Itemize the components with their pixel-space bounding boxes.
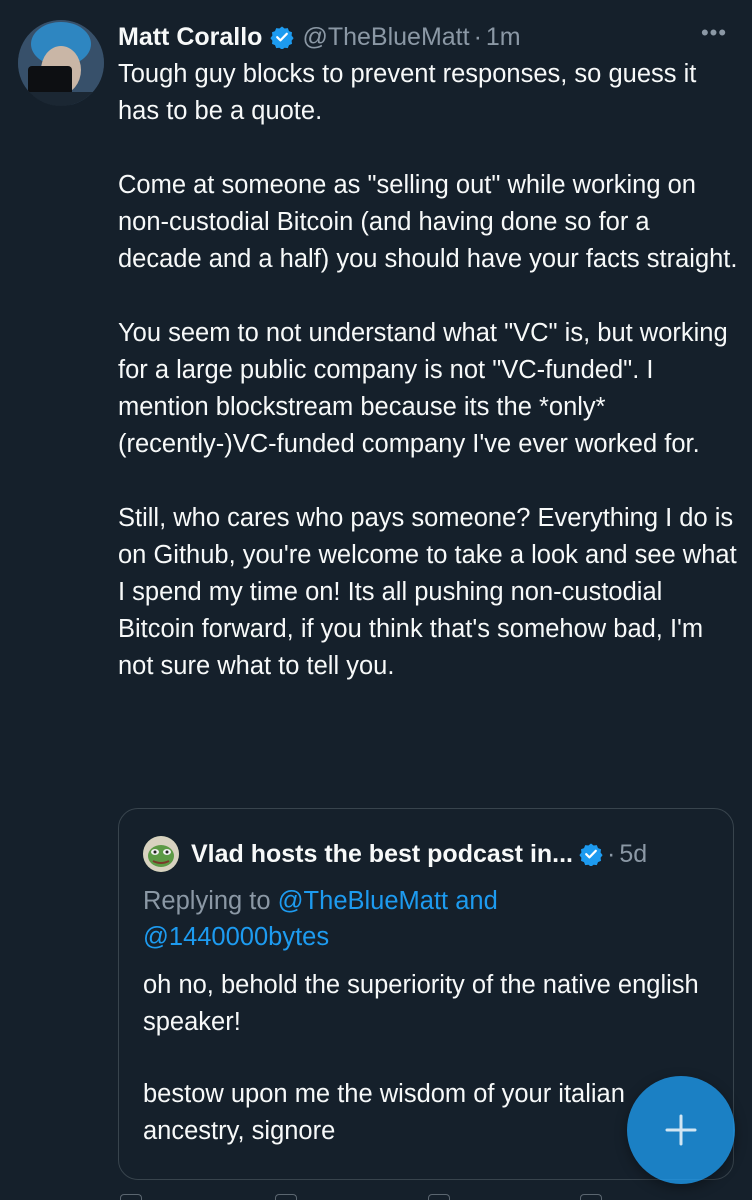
quoted-author-avatar[interactable]: [143, 836, 179, 872]
and-word: and: [448, 887, 498, 915]
plus-icon: [665, 1114, 697, 1146]
compose-button[interactable]: [627, 1076, 735, 1184]
tweet-timestamp[interactable]: 1m: [486, 23, 521, 52]
replying-to-label: Replying to: [143, 887, 278, 915]
mention-link[interactable]: @1440000bytes: [143, 923, 329, 951]
tweet-paragraph: Still, who cares who pays someone? Every…: [118, 504, 737, 680]
mention-link[interactable]: @TheBlueMatt: [278, 887, 448, 915]
tweet-paragraph: Tough guy blocks to prevent responses, s…: [118, 60, 697, 125]
author-avatar[interactable]: [18, 20, 104, 106]
action-bar-edge: [0, 1188, 752, 1200]
verified-badge-icon: [270, 25, 295, 50]
author-handle[interactable]: @TheBlueMatt: [302, 23, 469, 52]
views-icon[interactable]: [580, 1194, 602, 1200]
replying-to-line: Replying to @TheBlueMatt and @1440000byt…: [143, 883, 703, 955]
tweet-header: Matt Corallo @TheBlueMatt · 1m •••: [118, 20, 732, 54]
author-avatar-image: [18, 20, 104, 106]
quoted-author-avatar-image: [143, 836, 179, 872]
tweet-paragraph: Come at someone as "selling out" while w…: [118, 171, 738, 273]
quoted-tweet-timestamp[interactable]: 5d: [619, 840, 647, 869]
tweet-paragraph: You seem to not understand what "VC" is,…: [118, 319, 728, 458]
separator-dot: ·: [473, 22, 482, 51]
separator-dot: ·: [607, 839, 616, 868]
reply-icon[interactable]: [120, 1194, 142, 1200]
author-name[interactable]: Matt Corallo: [118, 23, 262, 52]
more-options-icon[interactable]: •••: [696, 20, 732, 54]
tweet[interactable]: Matt Corallo @TheBlueMatt · 1m ••• Tough…: [0, 0, 752, 1200]
like-icon[interactable]: [428, 1194, 450, 1200]
repost-icon[interactable]: [275, 1194, 297, 1200]
quoted-author-name[interactable]: Vlad hosts the best podcast in...: [191, 840, 573, 869]
quoted-tweet-header: Vlad hosts the best podcast in... · 5d: [143, 835, 713, 873]
quoted-paragraph: oh no, behold the superiority of the nat…: [143, 971, 699, 1036]
verified-badge-icon: [579, 842, 603, 867]
tweet-text: Tough guy blocks to prevent responses, s…: [118, 56, 738, 685]
